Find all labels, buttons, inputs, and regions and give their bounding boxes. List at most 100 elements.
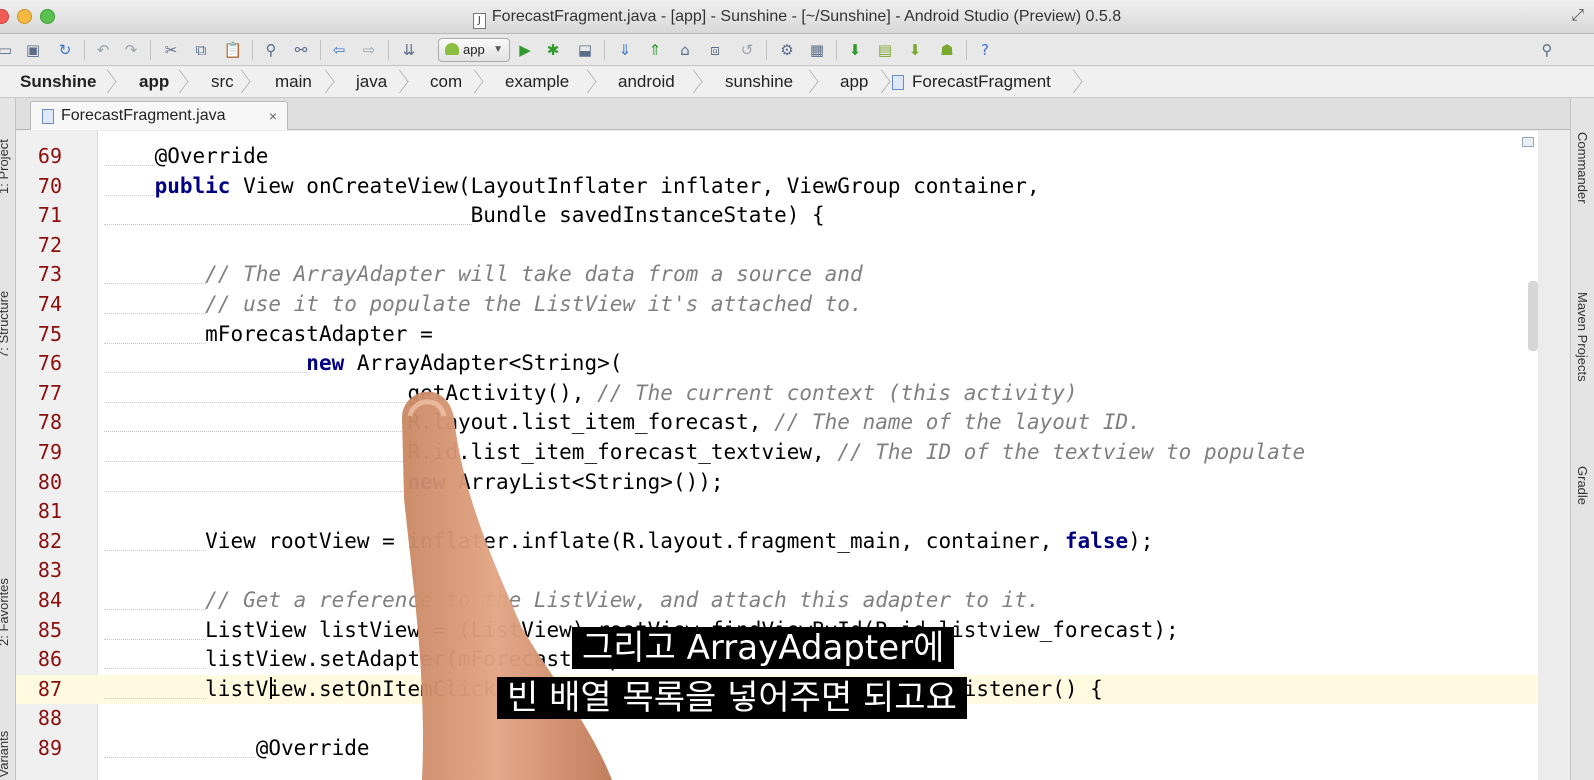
fullscreen-icon[interactable]: ⤢ xyxy=(1571,7,1584,25)
code-line[interactable]: 70 public View onCreateView(LayoutInflat… xyxy=(16,172,1538,202)
window-title: ForecastFragment.java - [app] - Sunshine… xyxy=(491,8,1122,25)
line-number: 77 xyxy=(37,380,62,405)
breadcrumb-separator xyxy=(234,67,246,97)
code-line[interactable]: 76 new ArrayAdapter<String>( xyxy=(16,349,1538,379)
breadcrumb-item[interactable]: sunshine xyxy=(725,72,793,92)
code-line[interactable]: 75 mForecastAdapter = xyxy=(16,320,1538,350)
vcs-commit-icon[interactable]: ⇑ xyxy=(644,39,666,61)
vcs-update-icon[interactable]: ⇓ xyxy=(614,39,636,61)
breadcrumb-item[interactable]: app xyxy=(139,72,169,92)
code-text: R.id.list_item_forecast_textview, // The… xyxy=(407,440,1306,464)
breadcrumb-item[interactable]: src xyxy=(211,72,234,92)
help-icon[interactable]: ? xyxy=(974,39,996,61)
replace-icon[interactable]: ⚯ xyxy=(290,39,312,61)
inspection-status-icon[interactable] xyxy=(1522,137,1534,147)
code-text: @Override xyxy=(255,736,370,760)
code-line[interactable]: 82 View rootView = inflater.inflate(R.la… xyxy=(16,527,1538,557)
class-icon xyxy=(892,75,904,90)
forward-icon[interactable]: ⇨ xyxy=(358,39,380,61)
code-line[interactable]: 73 // The ArrayAdapter will take data fr… xyxy=(16,260,1538,290)
scrollbar-thumb[interactable] xyxy=(1528,281,1538,351)
tool-tab-favorites[interactable]: 2: Favorites xyxy=(0,578,11,646)
tool-tab-maven-projects[interactable]: Maven Projects xyxy=(1575,292,1590,382)
breadcrumb-item[interactable]: Sunshine xyxy=(20,72,97,92)
keyword-token: new xyxy=(407,469,446,494)
close-tab-icon[interactable]: × xyxy=(269,102,277,130)
run-icon[interactable]: ▶ xyxy=(514,39,536,61)
code-line[interactable]: 78 R.layout.list_item_forecast, // The n… xyxy=(16,408,1538,438)
breadcrumb-item[interactable]: android xyxy=(618,72,675,92)
vcs-history-icon[interactable]: ⌂ xyxy=(674,39,696,61)
sync-gradle-icon[interactable]: ⬇ xyxy=(844,39,866,61)
code-line[interactable]: 71 Bundle savedInstanceState) { xyxy=(16,201,1538,231)
code-line[interactable]: 89 @Override xyxy=(16,734,1538,764)
toolbar-separator xyxy=(388,40,389,60)
debug-icon[interactable]: ✱ xyxy=(542,39,564,61)
comment-token: // The current context (this activity) xyxy=(597,380,1078,405)
tool-tab-build-variants[interactable]: Build Variants xyxy=(0,731,11,780)
java-class-icon xyxy=(42,109,54,124)
code-text: new ArrayAdapter<String>( xyxy=(306,351,623,376)
sdk-manager-icon[interactable]: ⬇ xyxy=(904,39,926,61)
code-text: // Get a reference to the ListView, and … xyxy=(104,588,1039,612)
line-number: 87 xyxy=(37,676,62,701)
breadcrumb-item[interactable]: java xyxy=(356,72,387,92)
copy-icon[interactable]: ⧉ xyxy=(190,39,212,61)
tool-tab-structure[interactable]: 7: Structure xyxy=(0,291,11,358)
tool-tab-commander[interactable]: Commander xyxy=(1575,132,1590,204)
code-text: new ArrayList<String>()); xyxy=(407,469,724,494)
revert-icon[interactable]: ↺ xyxy=(736,39,758,61)
undo-icon[interactable]: ↶ xyxy=(92,39,114,61)
search-everywhere-icon[interactable]: ⚲ xyxy=(1536,39,1558,61)
breadcrumb-item[interactable]: com xyxy=(430,72,462,92)
cut-icon[interactable]: ✂ xyxy=(160,39,182,61)
synchronize-icon[interactable]: ↻ xyxy=(54,39,76,61)
settings-icon[interactable]: ⚙ xyxy=(776,39,798,61)
attach-debugger-icon[interactable]: ⬓ xyxy=(574,39,596,61)
code-line[interactable]: 72 xyxy=(16,231,1538,261)
keyword-token: new xyxy=(306,351,345,376)
breadcrumb-item[interactable]: ForecastFragment xyxy=(912,72,1051,92)
line-number: 86 xyxy=(37,647,62,672)
line-number: 70 xyxy=(37,173,62,198)
line-number: 78 xyxy=(37,410,62,435)
line-number: 76 xyxy=(37,351,62,376)
toolbar-separator xyxy=(252,40,253,60)
code-line[interactable]: 79 R.id.list_item_forecast_textview, // … xyxy=(16,438,1538,468)
back-icon[interactable]: ⇦ xyxy=(328,39,350,61)
code-line[interactable]: 77 getActivity(), // The current context… xyxy=(16,379,1538,409)
code-line[interactable]: 84 // Get a reference to the ListView, a… xyxy=(16,586,1538,616)
make-project-icon[interactable]: ⇊ xyxy=(398,39,420,61)
android-monitor-icon[interactable]: ☗ xyxy=(936,39,958,61)
code-line[interactable]: 69 @Override xyxy=(16,142,1538,172)
save-all-icon[interactable]: ▣ xyxy=(22,39,44,61)
avd-manager-icon[interactable]: ▤ xyxy=(874,39,896,61)
code-text: @Override xyxy=(154,144,269,168)
line-number: 80 xyxy=(37,469,62,494)
toolbar-separator xyxy=(766,40,767,60)
breadcrumb-item[interactable]: example xyxy=(505,72,569,92)
breadcrumb-item[interactable]: app xyxy=(840,72,868,92)
compare-icon[interactable]: ⧈ xyxy=(704,39,726,61)
code-line[interactable]: 81 xyxy=(16,497,1538,527)
breadcrumb-separator xyxy=(802,67,814,97)
code-text: public View onCreateView(LayoutInflater … xyxy=(154,173,1040,198)
run-config-select[interactable]: app ▼ xyxy=(438,38,510,62)
tab-forecast-fragment[interactable]: ForecastFragment.java × xyxy=(30,101,288,130)
code-line[interactable]: 80 new ArrayList<String>()); xyxy=(16,468,1538,498)
breadcrumb-item[interactable]: main xyxy=(275,72,312,92)
code-line[interactable]: 83 xyxy=(16,556,1538,586)
java-file-icon: J xyxy=(472,13,486,29)
project-structure-icon[interactable]: ▦ xyxy=(806,39,828,61)
open-folder-icon[interactable]: ▭ xyxy=(0,39,16,61)
line-number: 75 xyxy=(37,321,62,346)
code-text: // The ArrayAdapter will take data from … xyxy=(104,262,862,286)
tool-tab-project[interactable]: 1: Project xyxy=(0,139,11,194)
run-config-label: app xyxy=(463,42,485,57)
title-bar: J ForecastFragment.java - [app] - Sunshin… xyxy=(0,0,1594,34)
paste-icon[interactable]: 📋 xyxy=(222,39,244,61)
redo-icon[interactable]: ↷ xyxy=(120,39,142,61)
code-line[interactable]: 74 // use it to populate the ListView it… xyxy=(16,290,1538,320)
find-icon[interactable]: ⚲ xyxy=(260,39,282,61)
tool-tab-gradle[interactable]: Gradle xyxy=(1575,466,1590,505)
